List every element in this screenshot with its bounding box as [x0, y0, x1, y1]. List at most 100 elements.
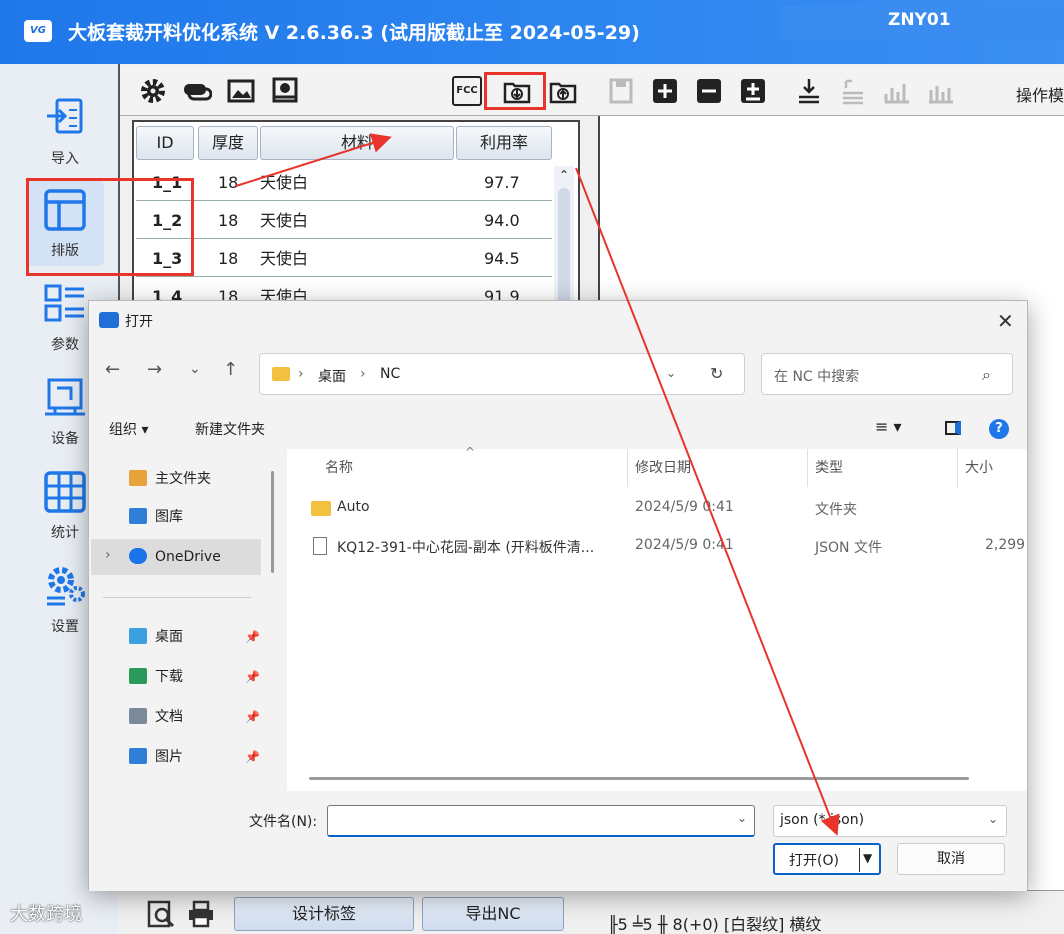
filetype-select[interactable]: json (*.json) ⌄ — [773, 805, 1007, 837]
table-row[interactable]: 1_2 18 天使白 94.0 — [136, 202, 552, 239]
device-icon — [45, 378, 85, 416]
table-row[interactable]: 1_3 18 天使白 94.5 — [136, 240, 552, 277]
open-button[interactable]: 打开(O) ▼ — [773, 843, 881, 875]
column-header-size[interactable]: 大小 — [965, 457, 993, 477]
file-icon — [313, 537, 327, 555]
nav-item-gallery[interactable]: 图库 — [129, 501, 265, 533]
nav-item-pictures[interactable]: 图片 📌 — [129, 741, 265, 773]
preview-icon[interactable] — [270, 76, 300, 106]
bottom-bar: 设计标签 导出NC ╟5 ╧5 ╫ 8(+0) [白裂纹] 横纹 — [118, 890, 1064, 934]
status-text: ╟5 ╧5 ╫ 8(+0) [白裂纹] 横纹 — [608, 915, 822, 934]
chevron-right-icon[interactable]: › — [105, 547, 111, 563]
save-folder-icon[interactable] — [548, 76, 578, 106]
address-bar[interactable]: › 桌面 › NC ⌄ ↻ — [259, 353, 745, 395]
column-header-name[interactable]: 名称 — [325, 457, 353, 477]
nav-item-desktop[interactable]: 桌面 📌 — [129, 621, 265, 653]
up-icon[interactable]: ↑ — [223, 359, 238, 380]
column-header-material[interactable]: 材料 — [260, 126, 454, 160]
search-icon: ⌕ — [982, 365, 991, 384]
file-list-scrollbar[interactable] — [309, 777, 969, 780]
help-icon[interactable]: ? — [989, 419, 1009, 439]
image-icon[interactable] — [226, 76, 256, 106]
plus-icon[interactable] — [650, 76, 680, 106]
filetype-value: json (*.json) — [780, 812, 865, 828]
highlight-box — [26, 178, 194, 276]
breadcrumb-nc[interactable]: NC — [380, 366, 400, 382]
chevron-up-icon[interactable]: ⌃ — [559, 168, 569, 182]
design-label-button[interactable]: 设计标签 — [234, 897, 414, 931]
open-button-label: 打开(O) — [789, 853, 839, 869]
refresh-icon[interactable]: ↻ — [710, 364, 723, 383]
add-box-icon[interactable] — [738, 76, 768, 106]
filename-input[interactable] — [327, 805, 755, 837]
gear-icon[interactable] — [138, 76, 168, 106]
nav-label: OneDrive — [155, 549, 221, 565]
nav-item-documents[interactable]: 文档 📌 — [129, 701, 265, 733]
nav-label: 下载 — [155, 669, 183, 685]
chevron-down-icon[interactable]: ⌄ — [189, 361, 201, 377]
row-material: 天使白 — [260, 249, 309, 268]
chart-icon — [884, 84, 909, 104]
command-bar: 组织 ▾ 新建文件夹 ≡ ▾ ? — [89, 409, 1027, 449]
row-rate: 94.0 — [484, 211, 520, 230]
preview-pane-icon[interactable] — [945, 421, 961, 435]
highlight-box — [484, 72, 546, 110]
parameters-icon — [44, 284, 84, 322]
minus-icon[interactable] — [694, 76, 724, 106]
nav-item-downloads[interactable]: 下载 📌 — [129, 661, 265, 693]
close-icon[interactable]: ✕ — [997, 309, 1014, 333]
nav-label: 桌面 — [155, 629, 183, 645]
nav-label: 主文件夹 — [155, 471, 211, 487]
file-size: 2,299 — [985, 537, 1026, 553]
column-header-date[interactable]: 修改日期 — [635, 457, 691, 477]
zoom-icon[interactable] — [146, 899, 176, 929]
statistics-icon — [44, 471, 86, 513]
back-icon[interactable]: ← — [105, 359, 120, 380]
breadcrumb-desktop[interactable]: 桌面 — [318, 366, 346, 386]
forward-icon[interactable]: → — [147, 359, 162, 380]
print-icon[interactable] — [186, 899, 216, 929]
nav-label: 文档 — [155, 709, 183, 725]
column-header-rate[interactable]: 利用率 — [456, 126, 552, 160]
caret-down-icon[interactable]: ▼ — [863, 851, 872, 865]
cancel-button[interactable]: 取消 — [897, 843, 1005, 875]
file-row[interactable]: Auto 2024/5/9 0:41 文件夹 — [287, 489, 1027, 527]
nav-item-home[interactable]: 主文件夹 — [129, 463, 265, 495]
row-rate: 97.7 — [484, 173, 520, 192]
chevron-down-icon[interactable]: ⌄ — [737, 811, 747, 825]
new-folder-button[interactable]: 新建文件夹 — [195, 419, 265, 439]
organize-button[interactable]: 组织 ▾ — [109, 419, 148, 439]
pin-icon: 📌 — [245, 750, 260, 764]
sidebar-item-import[interactable]: 导入 — [26, 88, 104, 174]
dialog-title: 打开 — [125, 314, 153, 330]
column-header-thickness[interactable]: 厚度 — [198, 126, 258, 160]
column-separator — [807, 449, 808, 487]
move-down-icon[interactable] — [794, 76, 824, 106]
view-list-icon[interactable]: ≡ ▾ — [875, 417, 902, 436]
column-separator — [627, 449, 628, 487]
navigation-pane: 主文件夹 图库 › OneDrive 桌面 📌 下载 📌 文档 📌 图片 📌 — [89, 449, 267, 791]
nav-scrollbar[interactable] — [271, 471, 274, 573]
dialog-app-icon — [99, 312, 119, 328]
home-icon — [129, 470, 147, 486]
nav-label: 图片 — [155, 749, 183, 765]
search-input[interactable]: 在 NC 中搜索 ⌕ — [761, 353, 1013, 395]
import-icon — [47, 98, 83, 134]
chevron-right-icon: › — [298, 366, 304, 382]
column-header-id[interactable]: ID — [136, 126, 194, 160]
fcc-button[interactable]: FCC — [452, 76, 482, 106]
nav-item-onedrive[interactable]: OneDrive — [129, 541, 265, 573]
search-placeholder: 在 NC 中搜索 — [774, 369, 860, 385]
file-row[interactable]: KQ12-391-中心花园-副本 (开料板件清... 2024/5/9 0:41… — [287, 527, 1027, 565]
table-row[interactable]: 1_1 18 天使白 97.7 — [136, 164, 552, 201]
row-thickness: 18 — [218, 211, 239, 230]
export-nc-button[interactable]: 导出NC — [422, 897, 564, 931]
download-icon — [129, 668, 147, 684]
bar-chart-icon — [929, 86, 953, 104]
link-icon[interactable] — [182, 76, 212, 106]
chevron-down-icon[interactable]: ⌄ — [666, 366, 676, 380]
row-thickness: 18 — [218, 249, 239, 268]
column-header-type[interactable]: 类型 — [815, 457, 843, 477]
sort-up-icon: ^ — [465, 445, 476, 459]
row-rate: 94.5 — [484, 249, 520, 268]
